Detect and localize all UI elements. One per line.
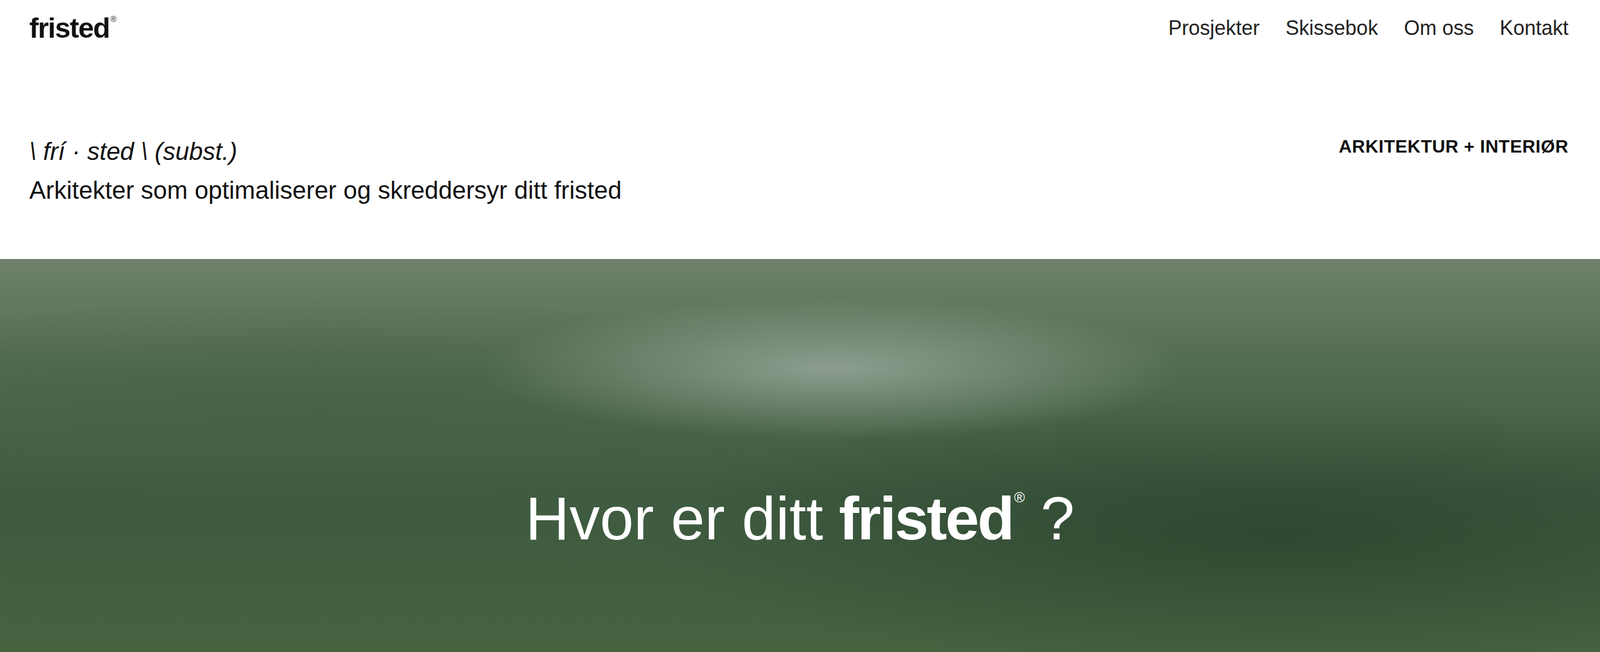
intro-text: \ frí · sted \ (subst.) Arkitekter som op… [29,135,622,207]
page: fristed® Prosjekter Skissebok Om oss Kontakt… [0,0,1600,652]
category: ARKITEKTUR + INTERIØR [1338,135,1569,158]
nav-link[interactable]: Skissebok [1285,16,1379,40]
header: fristed® Prosjekter Skissebok Om oss Kontakt [0,0,1600,57]
hero: Hvor er dittfristed®? [0,259,1600,652]
definition: \ frí · sted \ (subst.) [29,135,622,168]
hero-suffix: ? [1040,482,1075,556]
hero-prefix: Hvor er ditt [525,482,824,556]
nav-link[interactable]: Kontakt [1499,16,1569,40]
hero-title: Hvor er dittfristed®? [525,482,1075,556]
logo[interactable]: fristed® [29,12,117,44]
intro: \ frí · sted \ (subst.) Arkitekter som op… [0,56,1600,260]
hero-brand: fristed® [838,482,1025,556]
tagline: Arkitekter som optimaliserer og skredder… [29,174,622,207]
nav-link[interactable]: Prosjekter [1168,16,1260,40]
nav-link[interactable]: Om oss [1403,16,1474,40]
registered-mark: ® [1014,490,1025,505]
nav: Prosjekter Skissebok Om oss Kontakt [1168,16,1569,40]
registered-mark: ® [110,15,117,24]
